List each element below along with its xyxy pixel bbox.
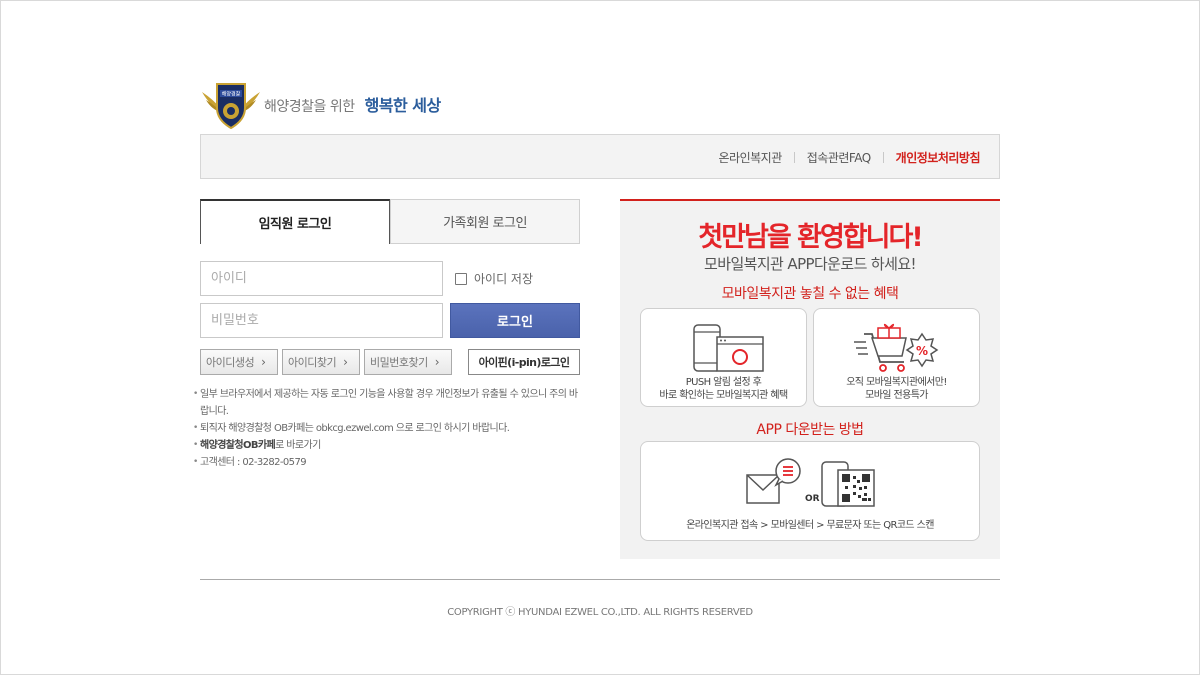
svg-text:%: % bbox=[916, 344, 928, 358]
benefit-push-line1: PUSH 알림 설정 후 bbox=[685, 377, 762, 388]
benefit-price-text: 오직 모바일복지관에서만! 모바일 전용특가 bbox=[814, 376, 979, 402]
note-autologin: 일부 브라우저에서 제공하는 자동 로그인 기능을 사용할 경우 개인정보가 유… bbox=[193, 386, 583, 420]
page-frame bbox=[0, 0, 1200, 675]
top-links: 온라인복지관 접속관련FAQ 개인정보처리방침 bbox=[719, 149, 981, 166]
shopping-cart-sale-icon: % bbox=[854, 323, 939, 372]
sms-envelope-icon bbox=[746, 458, 801, 504]
header-slogan: 해양경찰을 위한 행복한 세상 bbox=[264, 92, 441, 116]
link-privacy-policy[interactable]: 개인정보처리방침 bbox=[896, 149, 981, 166]
find-password-label: 비밀번호찾기 bbox=[370, 356, 428, 369]
how-to-download-title: APP 다운받는 방법 bbox=[756, 422, 864, 438]
link-online-welfare[interactable]: 온라인복지관 bbox=[719, 149, 783, 166]
phone-browser-icon bbox=[693, 324, 764, 372]
benefit-price-line1: 오직 모바일복지관에서만! bbox=[846, 377, 947, 388]
download-methods-icon: OR bbox=[746, 458, 875, 507]
chevron-right-icon: › bbox=[261, 355, 266, 369]
ob-cafe-link-rest: 로 바로가기 bbox=[275, 440, 321, 451]
password-input[interactable] bbox=[200, 303, 443, 338]
note-customer-center: 고객센터 : 02-3282-0579 bbox=[193, 454, 583, 471]
coast-guard-logo-icon: 해양경찰 bbox=[202, 83, 260, 130]
footer-divider bbox=[200, 579, 1000, 580]
save-id-label: 아이디 저장 bbox=[474, 272, 534, 286]
benefit-push-text: PUSH 알림 설정 후 바로 확인하는 모바일복지관 혜택 bbox=[641, 376, 806, 402]
download-method-text: 온라인복지관 접속 > 모바일센터 > 무료문자 또는 QR코드 스캔 bbox=[686, 520, 934, 531]
download-method-card: OR 온라인복지관 접속 > 모바일센터 > 무료문자 또는 QR코드 스캔 bbox=[640, 441, 980, 541]
login-tabs: 임직원 로그인 가족회원 로그인 bbox=[200, 199, 580, 244]
create-id-button[interactable]: 아이디생성 › bbox=[200, 349, 278, 375]
top-bar: 온라인복지관 접속관련FAQ 개인정보처리방침 bbox=[200, 134, 1000, 179]
slogan-prefix: 해양경찰을 위한 bbox=[264, 99, 355, 115]
copyright: COPYRIGHT ⓒ HYUNDAI EZWEL CO.,LTD. ALL R… bbox=[447, 607, 753, 618]
slogan-strong: 행복한 세상 bbox=[364, 96, 442, 115]
chevron-right-icon: › bbox=[343, 355, 348, 369]
benefit-card-special-price: % 오직 모바일복지관에서만! 모바일 전용특가 bbox=[813, 308, 980, 407]
note-retiree: 퇴직자 해양경찰청 OB카페는 obkcg.ezwel.com 으로 로그인 하… bbox=[193, 420, 583, 437]
promo-subtitle: 모바일복지관 APP다운로드 하세요! bbox=[704, 255, 917, 273]
find-id-label: 아이디찾기 bbox=[288, 356, 337, 369]
find-id-button[interactable]: 아이디찾기 › bbox=[282, 349, 360, 375]
qr-phone-icon bbox=[821, 461, 875, 507]
create-id-label: 아이디생성 bbox=[206, 356, 255, 369]
link-access-faq[interactable]: 접속관련FAQ bbox=[807, 149, 871, 166]
tab-family-login[interactable]: 가족회원 로그인 bbox=[390, 199, 580, 244]
chevron-right-icon: › bbox=[434, 355, 440, 369]
find-password-button[interactable]: 비밀번호찾기 › bbox=[364, 349, 452, 375]
divider bbox=[793, 152, 795, 163]
app-promo-panel: 첫만남을 환영합니다! 모바일복지관 APP다운로드 하세요! 모바일복지관 놓… bbox=[620, 199, 1000, 559]
id-input[interactable] bbox=[200, 261, 443, 296]
ipin-login-button[interactable]: 아이핀(i-pin)로그인 bbox=[468, 349, 580, 375]
account-buttons: 아이디생성 › 아이디찾기 › 비밀번호찾기 › bbox=[200, 349, 456, 375]
divider bbox=[882, 152, 884, 163]
svg-text:해양경찰: 해양경찰 bbox=[222, 91, 241, 98]
login-button[interactable]: 로그인 bbox=[450, 303, 580, 338]
benefits-title: 모바일복지관 놓칠 수 없는 혜택 bbox=[721, 286, 899, 302]
checkbox-icon[interactable] bbox=[455, 272, 467, 285]
note-ob-cafe-link[interactable]: 해양경찰청OB카페로 바로가기 bbox=[193, 437, 583, 454]
benefit-price-line2: 모바일 전용특가 bbox=[865, 390, 928, 401]
promo-welcome: 첫만남을 환영합니다! bbox=[698, 222, 923, 253]
login-notes: 일부 브라우저에서 제공하는 자동 로그인 기능을 사용할 경우 개인정보가 유… bbox=[193, 386, 583, 471]
tab-employee-login[interactable]: 임직원 로그인 bbox=[200, 199, 390, 244]
ob-cafe-link[interactable]: 해양경찰청OB카페 bbox=[200, 440, 276, 451]
save-id-checkbox[interactable]: 아이디 저장 bbox=[455, 270, 533, 287]
benefit-push-line2: 바로 확인하는 모바일복지관 혜택 bbox=[659, 390, 788, 401]
benefit-card-push: PUSH 알림 설정 후 바로 확인하는 모바일복지관 혜택 bbox=[640, 308, 807, 407]
svg-text:OR: OR bbox=[805, 494, 820, 504]
